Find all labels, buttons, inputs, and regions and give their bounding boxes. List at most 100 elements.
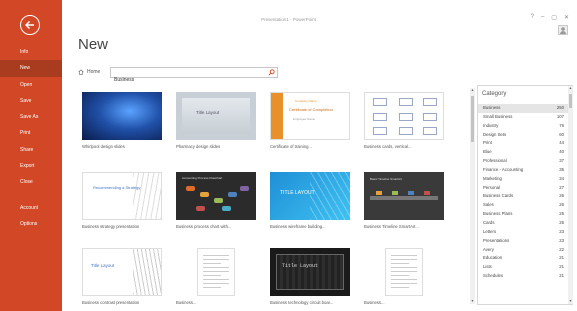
- sidebar-item-options[interactable]: Options: [0, 216, 62, 232]
- user-avatar-icon[interactable]: [558, 22, 568, 35]
- close-button[interactable]: ✕: [564, 14, 569, 21]
- sidebar-item-new[interactable]: New: [0, 60, 62, 77]
- thumb-title: Title Layout: [91, 263, 115, 268]
- category-item[interactable]: Business Plans 25: [478, 210, 572, 219]
- template-label: Whirlpool design slides: [82, 144, 125, 149]
- template-card[interactable]: Title Layout Business technology circuit …: [270, 248, 350, 305]
- category-scroll-thumb[interactable]: [569, 94, 572, 108]
- sidebar-item-info[interactable]: Info: [0, 44, 62, 60]
- thumb-text: Certificate of Completion: [289, 107, 333, 112]
- category-count: 22: [559, 246, 564, 252]
- category-item[interactable]: Small Business 107: [478, 113, 572, 122]
- category-count: 60: [559, 131, 564, 137]
- sidebar-item-save[interactable]: Save: [0, 93, 62, 109]
- gallery-scrollbar[interactable]: ▲ ▼: [470, 88, 475, 304]
- card-shape: [373, 113, 387, 121]
- process-box: [186, 186, 195, 191]
- sidebar-item-share[interactable]: Share: [0, 142, 62, 158]
- process-box: [222, 206, 231, 211]
- sidebar-item-export[interactable]: Export: [0, 158, 62, 174]
- template-card[interactable]: TITLE LAYOUT Business wireframe building.…: [270, 172, 350, 229]
- doc-line: [391, 287, 409, 288]
- template-label: Business cards, vertical...: [364, 144, 412, 149]
- sidebar-item-print[interactable]: Print: [0, 125, 62, 141]
- scroll-thumb[interactable]: [471, 96, 474, 142]
- template-card[interactable]: Basic Timeline SmartArt Business Timeline…: [364, 172, 444, 229]
- sidebar-item-close[interactable]: Close: [0, 174, 62, 190]
- category-item[interactable]: Cards 25: [478, 219, 572, 228]
- category-item[interactable]: Print 44: [478, 139, 572, 148]
- category-scroll-up-arrow-icon[interactable]: ▲: [568, 86, 573, 91]
- page-title: New: [78, 36, 109, 53]
- minimize-button[interactable]: –: [541, 14, 544, 21]
- category-count: 23: [559, 228, 564, 234]
- home-link[interactable]: Home: [78, 69, 100, 75]
- category-item[interactable]: Lists 21: [478, 263, 572, 272]
- template-card[interactable]: Title Layout Pharmacy design slides: [176, 92, 256, 149]
- card-shape: [423, 98, 437, 106]
- process-box: [240, 186, 249, 191]
- search-icon[interactable]: [268, 69, 275, 76]
- category-count: 44: [559, 140, 564, 146]
- category-item[interactable]: Education 21: [478, 254, 572, 263]
- home-label: Home: [87, 69, 101, 75]
- timeline-marker: [424, 191, 430, 195]
- category-item[interactable]: Presentations 23: [478, 237, 572, 246]
- category-item[interactable]: Business Cards 26: [478, 192, 572, 201]
- thumb-title: Accounting Process Flowchart: [182, 176, 223, 180]
- scroll-down-arrow-icon[interactable]: ▼: [470, 299, 475, 304]
- category-item[interactable]: Personal 27: [478, 184, 572, 193]
- category-count: 34: [559, 175, 564, 181]
- sidebar-item-save-as[interactable]: Save As: [0, 109, 62, 125]
- scroll-up-arrow-icon[interactable]: ▲: [470, 88, 475, 93]
- category-item[interactable]: Professional 37: [478, 157, 572, 166]
- category-item[interactable]: Design Sets 60: [478, 131, 572, 140]
- template-card[interactable]: Business...: [176, 248, 256, 305]
- template-card[interactable]: Title Layout Business contrast presentati…: [82, 248, 162, 305]
- doc-line: [203, 259, 229, 260]
- doc-line: [203, 263, 221, 264]
- doc-line: [391, 263, 409, 264]
- card-shape: [423, 127, 437, 135]
- sidebar-item-account[interactable]: Account: [0, 200, 62, 216]
- maximize-button[interactable]: ▢: [551, 14, 557, 21]
- category-item[interactable]: Industry 76: [478, 122, 572, 131]
- category-scroll-down-arrow-icon[interactable]: ▼: [568, 299, 573, 304]
- template-card[interactable]: Business cards, vertical...: [364, 92, 444, 149]
- category-item[interactable]: Marketing 34: [478, 175, 572, 184]
- template-card[interactable]: Company Name Certificate of Completion Emp…: [270, 92, 350, 149]
- category-item[interactable]: Finance - Accounting 35: [478, 166, 572, 175]
- category-item[interactable]: Letters 23: [478, 228, 572, 237]
- doc-line: [391, 279, 417, 280]
- doc-line: [203, 275, 221, 276]
- help-button[interactable]: ?: [531, 14, 534, 21]
- template-thumbnail: [385, 248, 423, 296]
- template-card[interactable]: Accounting Process Flowchart Business pro…: [176, 172, 256, 229]
- category-count: 40: [559, 149, 564, 155]
- doc-line: [391, 255, 417, 256]
- sidebar-item-open[interactable]: Open: [0, 77, 62, 93]
- category-item[interactable]: Blue 40: [478, 148, 572, 157]
- category-count: 35: [559, 166, 564, 172]
- category-count: 25: [559, 211, 564, 217]
- category-name: Print: [483, 140, 492, 146]
- template-label: Business contrast presentation: [82, 300, 140, 305]
- template-card[interactable]: Business...: [364, 248, 444, 305]
- search-input[interactable]: [111, 75, 261, 85]
- template-label: Business technology circuit boar...: [270, 300, 334, 305]
- category-name: Letters: [483, 228, 497, 234]
- category-item[interactable]: Sales 26: [478, 201, 572, 210]
- category-item[interactable]: Business 250: [478, 104, 572, 113]
- category-item[interactable]: Schedules 21: [478, 272, 572, 281]
- template-card[interactable]: Whirlpool design slides: [82, 92, 162, 149]
- category-name: Sales: [483, 202, 494, 208]
- template-card[interactable]: Recommending a Strategy Business strategy…: [82, 172, 162, 229]
- template-thumbnail: Title Layout: [176, 92, 256, 140]
- category-item[interactable]: Avery 22: [478, 246, 572, 255]
- doc-line: [203, 287, 221, 288]
- doc-line: [391, 267, 417, 268]
- process-box: [214, 198, 223, 203]
- category-scrollbar[interactable]: ▲ ▼: [568, 86, 573, 304]
- category-count: 250: [556, 105, 564, 110]
- process-box: [200, 192, 209, 197]
